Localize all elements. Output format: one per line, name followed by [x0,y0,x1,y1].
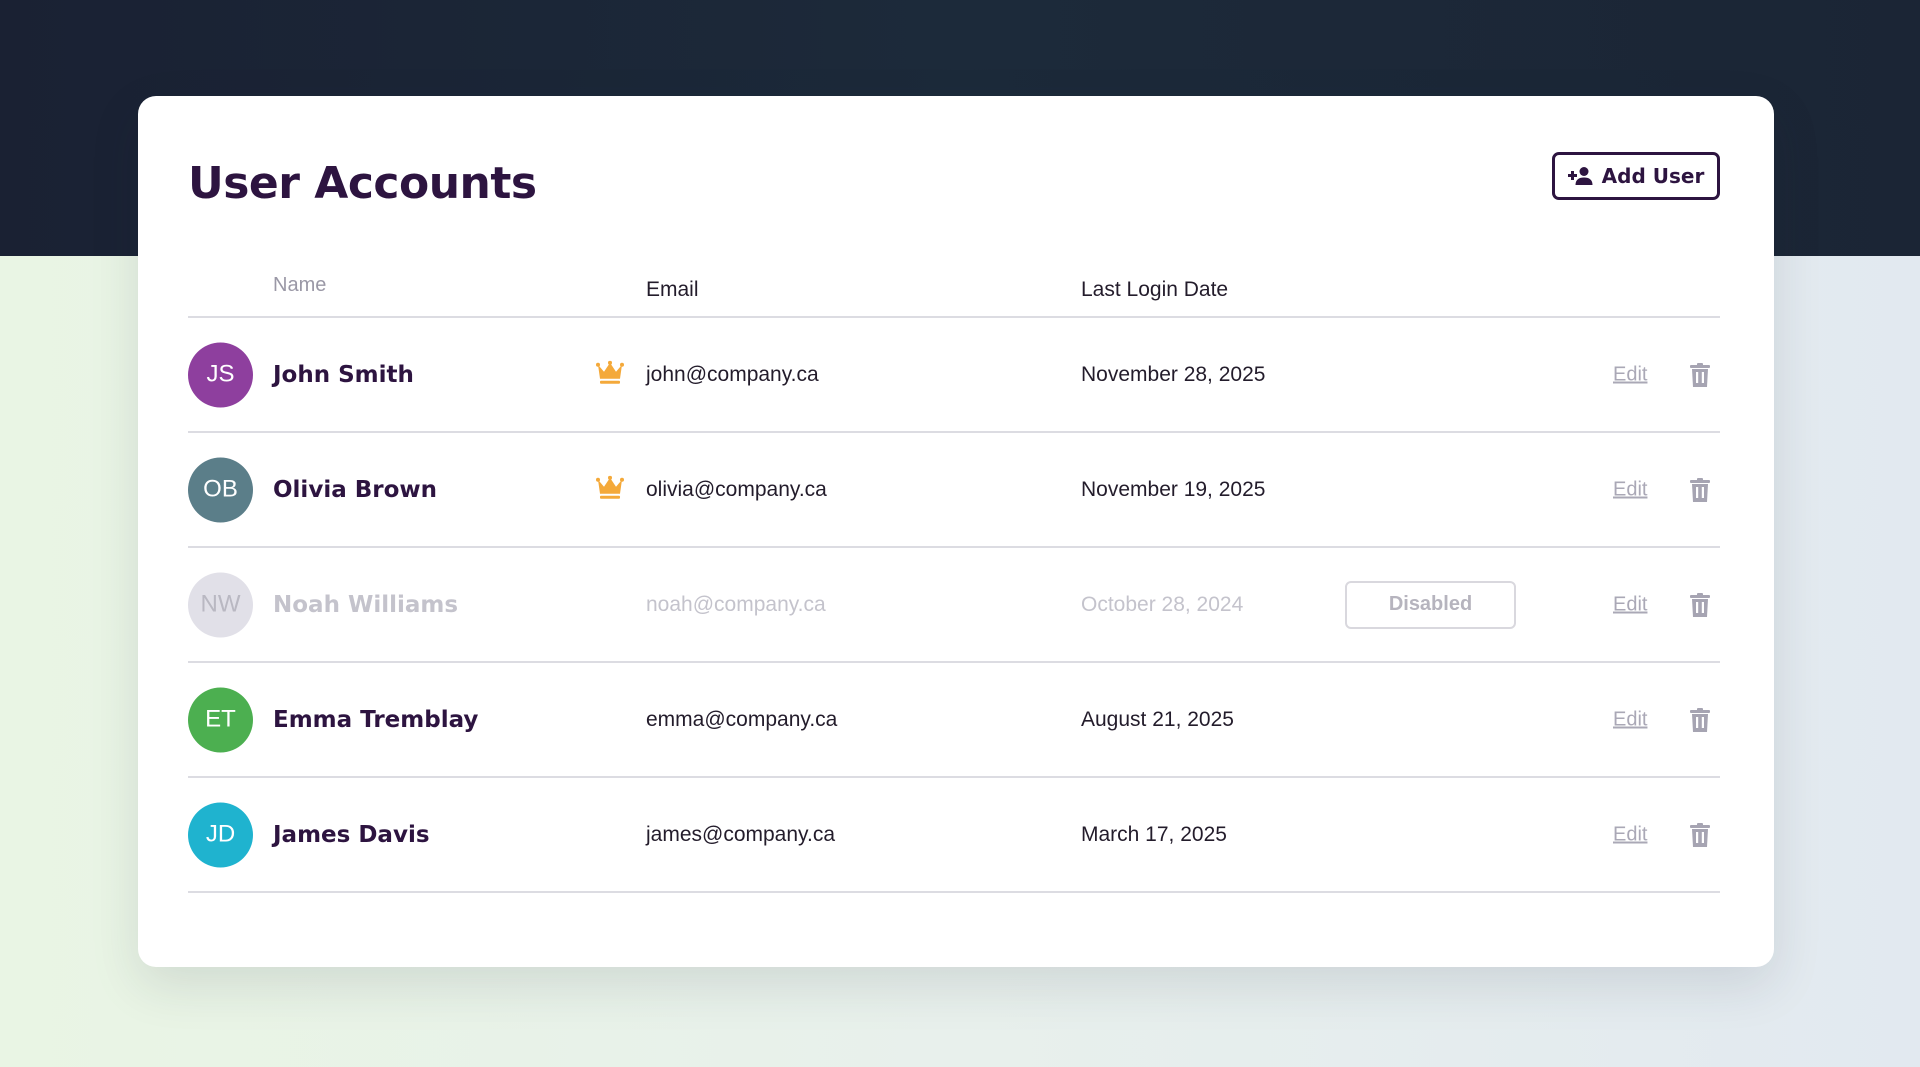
edit-link[interactable]: Edit [1613,823,1647,846]
table-row: NW Noah Williams noah@company.ca October… [188,548,1720,663]
crown-icon [596,475,624,499]
column-header-email: Email [646,278,699,301]
table-header: Name Email Last Login Date [188,264,1720,318]
last-login-date: August 21, 2025 [1081,707,1234,731]
avatar: JD [188,802,253,867]
user-email: james@company.ca [646,822,835,846]
table-row: JD James Davis james@company.ca March 17… [188,778,1720,893]
trash-icon[interactable] [1690,822,1710,847]
last-login-date: October 28, 2024 [1081,592,1244,616]
user-accounts-card: User Accounts Add User Name Email Last L… [138,96,1774,967]
trash-icon[interactable] [1690,362,1710,387]
status-badge: Disabled [1345,580,1516,629]
edit-link[interactable]: Edit [1613,708,1647,731]
person-add-icon [1567,167,1593,185]
user-name: Olivia Brown [273,476,438,503]
table-row: JS John Smith john@company.ca November 2… [188,318,1720,433]
user-table: Name Email Last Login Date JS John Smith… [188,264,1720,893]
trash-icon[interactable] [1690,592,1710,617]
add-user-button[interactable]: Add User [1552,152,1720,200]
trash-icon[interactable] [1690,477,1710,502]
edit-link[interactable]: Edit [1613,593,1647,616]
avatar: NW [188,572,253,637]
avatar-initials: OB [203,475,238,503]
table-row: ET Emma Tremblay emma@company.ca August … [188,663,1720,778]
last-login-date: March 17, 2025 [1081,822,1227,846]
avatar: OB [188,457,253,522]
user-name: John Smith [273,361,414,388]
page-title: User Accounts [188,158,537,209]
table-body: JS John Smith john@company.ca November 2… [188,318,1720,893]
user-name: Noah Williams [273,591,459,618]
user-name: Emma Tremblay [273,706,479,733]
avatar-initials: NW [200,590,241,618]
edit-link[interactable]: Edit [1613,363,1647,386]
user-email: olivia@company.ca [646,477,827,501]
avatar-initials: ET [205,705,236,733]
avatar: JS [188,342,253,407]
avatar: ET [188,687,253,752]
column-header-last-login: Last Login Date [1081,278,1229,301]
avatar-initials: JS [206,360,235,388]
trash-icon[interactable] [1690,707,1710,732]
column-header-name: Name [273,274,327,296]
crown-icon [596,360,624,384]
user-name: James Davis [273,821,430,848]
last-login-date: November 28, 2025 [1081,362,1266,386]
user-email: emma@company.ca [646,707,838,731]
last-login-date: November 19, 2025 [1081,477,1266,501]
edit-link[interactable]: Edit [1613,478,1647,501]
user-email: john@company.ca [646,362,819,386]
avatar-initials: JD [205,820,236,848]
card-header: User Accounts Add User [188,148,1720,228]
table-row: OB Olivia Brown olivia@company.ca Novemb… [188,433,1720,548]
add-user-label: Add User [1601,164,1705,188]
user-email: noah@company.ca [646,592,826,616]
